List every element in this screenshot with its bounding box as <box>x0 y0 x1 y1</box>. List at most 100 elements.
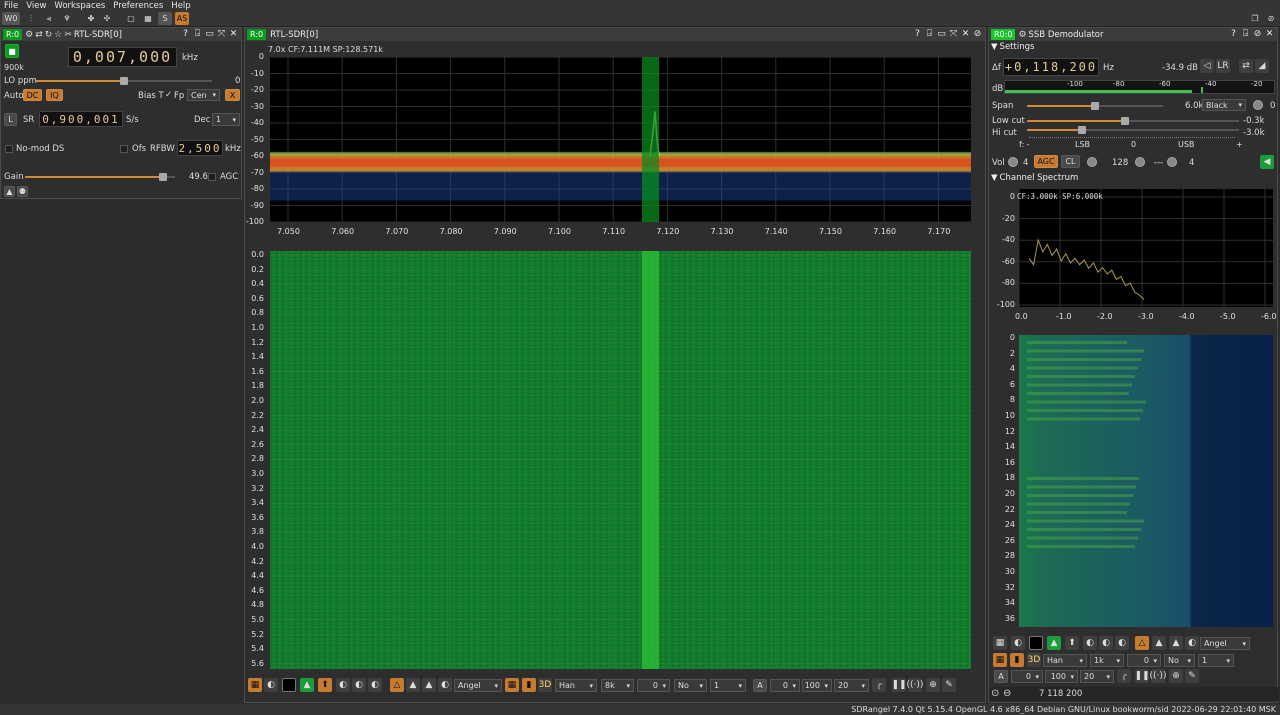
auto-scale-button[interactable]: A <box>994 670 1008 683</box>
3d-icon[interactable]: ▮ <box>1010 653 1024 667</box>
tools-icon[interactable]: ✂ <box>64 30 72 40</box>
lo-ppm-slider[interactable] <box>36 77 212 85</box>
window-select[interactable]: Han <box>555 679 597 692</box>
dec-select[interactable]: 1 <box>212 113 240 126</box>
channel-waterfall[interactable] <box>1019 335 1273 627</box>
swap-icon[interactable]: ⇄ <box>35 30 43 40</box>
averaging-select[interactable]: No <box>1164 654 1195 667</box>
pause-icon[interactable]: ❚❚ <box>891 678 907 692</box>
zoom-icon[interactable]: ⊙ <box>991 688 999 699</box>
start-stop-button[interactable]: ■ <box>5 44 19 58</box>
grid-icon[interactable]: ▦ <box>248 678 262 692</box>
3d-icon[interactable]: ▮ <box>522 678 536 692</box>
fps-select[interactable]: 20 <box>1080 670 1114 683</box>
decay-div-icon[interactable]: ◐ <box>1099 636 1113 650</box>
color-icon[interactable] <box>282 678 296 692</box>
close-icon[interactable]: ✕ <box>228 29 239 40</box>
l-button[interactable]: L <box>4 113 17 126</box>
restore-icon[interactable]: ❐ <box>1248 12 1262 25</box>
workspace-button[interactable]: W0 <box>2 12 20 25</box>
grid-icon[interactable]: ▦ <box>993 636 1007 650</box>
histogram-icon[interactable]: ▲ <box>422 678 436 692</box>
waterfall-plot[interactable] <box>270 251 971 669</box>
dock-icon[interactable]: ⍈ <box>192 29 203 40</box>
fill-icon[interactable]: ▲ <box>1047 636 1061 650</box>
play-icon[interactable]: ▲ <box>4 186 15 197</box>
window-select[interactable]: Han <box>1043 654 1087 667</box>
decay-div-icon[interactable]: ◐ <box>352 678 366 692</box>
reload-icon[interactable]: ↻ <box>45 30 53 40</box>
max-hold-icon[interactable]: △ <box>390 678 404 692</box>
stroke-icon[interactable]: ◐ <box>368 678 382 692</box>
range-spinbox[interactable]: 100 <box>802 679 832 692</box>
overlap-spinbox[interactable]: 0 <box>1127 654 1161 667</box>
dc-button[interactable]: DC <box>23 89 42 101</box>
range-spinbox[interactable]: 100 <box>1045 670 1078 683</box>
frequency-display[interactable]: 0,007,000 <box>68 47 177 67</box>
hide-icon[interactable]: ⊘ <box>1264 12 1278 25</box>
grid-intensity-icon[interactable]: ◐ <box>1011 636 1025 650</box>
measure-icon[interactable]: ✎ <box>942 678 956 692</box>
add-mimo-icon[interactable]: ♆ <box>60 12 74 25</box>
settings-gear-icon[interactable]: ⚙ <box>25 30 33 40</box>
3d-spectro-icon[interactable]: 3D <box>1027 653 1041 667</box>
x-button[interactable]: X <box>225 89 240 101</box>
decay-icon[interactable]: ◐ <box>1083 636 1097 650</box>
averaging-select[interactable]: No <box>674 679 707 692</box>
ofs-checkbox[interactable] <box>120 145 128 153</box>
max-hold-icon[interactable]: △ <box>1135 636 1149 650</box>
star-icon[interactable]: ☆ <box>54 30 62 40</box>
fft-size-select[interactable]: 8k <box>601 679 634 692</box>
waterfall-icon[interactable]: ▦ <box>993 653 1007 667</box>
gain-slider[interactable] <box>25 173 175 181</box>
cen-select[interactable]: Cen <box>187 89 220 101</box>
menu-view[interactable]: View <box>26 1 46 11</box>
measure-icon[interactable]: ✎ <box>1185 669 1199 683</box>
nomod-checkbox[interactable] <box>5 145 13 153</box>
overlap-spinbox[interactable]: 0 <box>637 679 670 692</box>
iq-button[interactable]: IQ <box>46 89 63 101</box>
ref-level-spinbox[interactable]: 0 <box>1011 670 1043 683</box>
grid-intensity-icon[interactable]: ◐ <box>264 678 278 692</box>
sync-icon[interactable]: ⊖ <box>1003 688 1011 699</box>
help-icon[interactable]: ? <box>180 29 191 40</box>
target-icon[interactable]: ⊕ <box>926 678 940 692</box>
fft-size-select[interactable]: 1k <box>1090 654 1124 667</box>
sr-display[interactable]: 0,900,001 <box>39 111 123 127</box>
channel-marker[interactable] <box>642 57 659 222</box>
decay-icon[interactable]: ◐ <box>336 678 350 692</box>
fp-check-icon[interactable]: ✓ <box>165 90 172 100</box>
current-icon[interactable]: ▲ <box>1152 636 1166 650</box>
fill-icon[interactable]: ▲ <box>300 678 314 692</box>
palette-dial-icon[interactable]: ◐ <box>1185 636 1199 650</box>
menu-file[interactable]: File <box>4 1 18 11</box>
window-icon[interactable]: ▢ <box>124 12 138 25</box>
minimize-icon[interactable]: ▭ <box>204 29 215 40</box>
averaging-count-select[interactable]: 1 <box>1198 654 1234 667</box>
histogram-icon[interactable]: ▲ <box>1169 636 1183 650</box>
linear-icon[interactable]: ╭ <box>872 678 886 692</box>
3d-spectro-icon[interactable]: 3D <box>538 678 552 692</box>
tile-icon[interactable]: ▦ <box>141 12 155 25</box>
maximize-icon[interactable]: ⤧ <box>216 29 227 40</box>
pause-icon[interactable]: ❚❚ <box>1134 669 1150 683</box>
current-icon[interactable]: ▲ <box>406 678 420 692</box>
ref-level-spinbox[interactable]: 0 <box>770 679 800 692</box>
target-icon[interactable]: ⊕ <box>1169 669 1183 683</box>
color-icon[interactable] <box>1029 636 1043 650</box>
gradient-icon[interactable]: ⬆ <box>318 678 332 692</box>
palette-dial-icon[interactable]: ◐ <box>438 678 452 692</box>
menu-workspaces[interactable]: Workspaces <box>54 1 105 11</box>
menu-help[interactable]: Help <box>171 1 190 11</box>
auto-scale-button[interactable]: A <box>753 679 767 692</box>
rfbw-display[interactable]: 2,500 <box>177 140 223 156</box>
stack-s-button[interactable]: S <box>158 12 172 25</box>
gradient-icon[interactable]: ⬆ <box>1065 636 1079 650</box>
add-feature-icon[interactable]: ✤ <box>84 12 98 25</box>
agc-checkbox[interactable] <box>208 173 216 181</box>
channel-spectrum-plot[interactable] <box>1019 189 1273 307</box>
broadcast-icon[interactable]: ((·)) <box>907 678 923 692</box>
add-tx-icon[interactable]: ⫷ <box>42 12 56 25</box>
feature-settings-icon[interactable]: ✣ <box>100 12 114 25</box>
waterfall-icon[interactable]: ▦ <box>505 678 519 692</box>
